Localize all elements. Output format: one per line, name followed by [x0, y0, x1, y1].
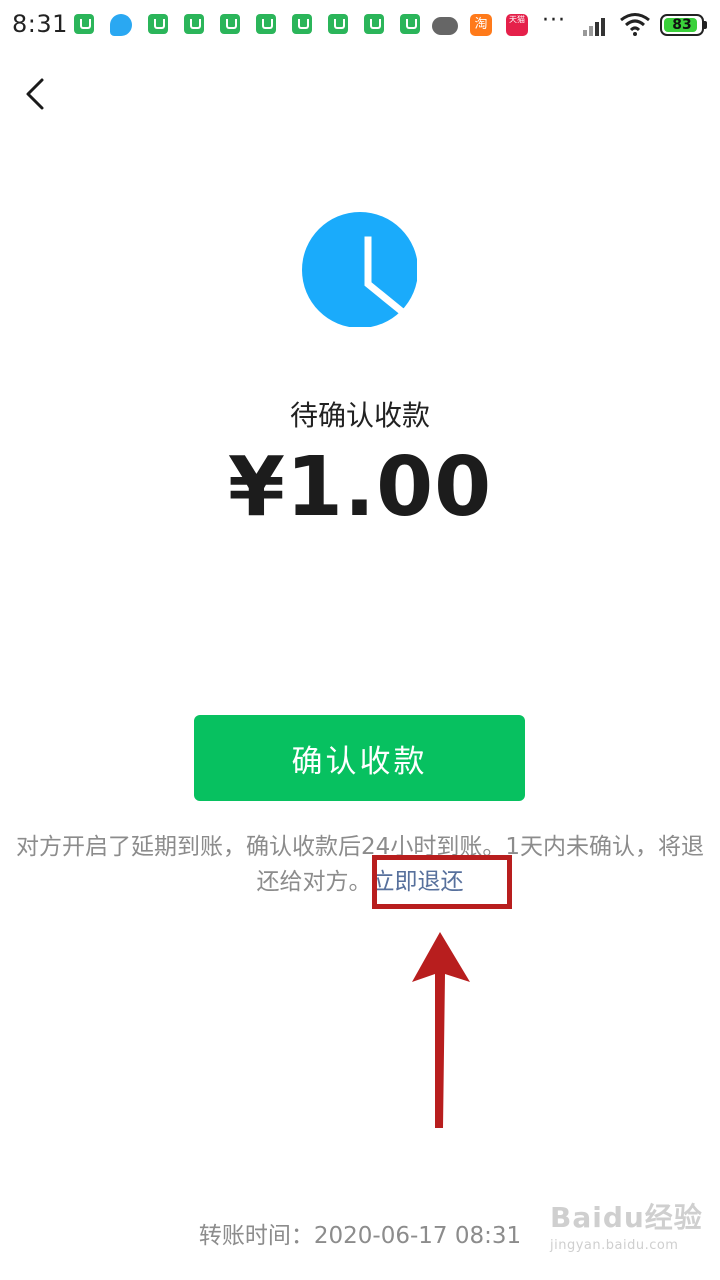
- watermark: Baidu经验 jingyan.baidu.com: [550, 1196, 703, 1253]
- more-notifications-icon: ···: [542, 8, 566, 33]
- browser-icon: [110, 14, 132, 36]
- app-notification-icon: [364, 14, 384, 34]
- signal-icon: [583, 14, 611, 36]
- chevron-left-icon: [26, 78, 44, 110]
- app-notification-icon: [148, 14, 168, 34]
- notice-text: 对方开启了延期到账，确认收款后24小时到账。1天内未确认，将退还给对方。: [16, 834, 704, 895]
- arrow-up-icon: [412, 932, 470, 1128]
- watermark-sub: jingyan.baidu.com: [550, 1238, 679, 1253]
- cloud-icon: [432, 17, 458, 35]
- app-notification-icon: [220, 14, 240, 34]
- app-notification-icon: [328, 14, 348, 34]
- app-notification-icon: [292, 14, 312, 34]
- battery-tip: [704, 21, 707, 29]
- back-button[interactable]: [18, 72, 58, 116]
- clock-icon: [302, 212, 417, 327]
- status-time: 8:31: [12, 10, 68, 38]
- status-title: 待确认收款: [289, 399, 430, 432]
- wifi-icon: [620, 13, 650, 36]
- status-bar: 8:31 淘 天猫 ··· 83: [0, 0, 720, 52]
- confirm-receipt-button[interactable]: 确认收款: [194, 715, 525, 801]
- transfer-time-label: 转账时间：: [198, 1223, 314, 1249]
- taobao-icon: 淘: [470, 14, 492, 36]
- tmall-icon: 天猫: [506, 14, 528, 36]
- battery-percent: 83: [672, 17, 692, 33]
- highlight-box: [372, 855, 512, 909]
- app-notification-icon: [400, 14, 420, 34]
- app-notification-icon: [74, 14, 94, 34]
- app-notification-icon: [256, 14, 276, 34]
- battery-icon: 83: [660, 14, 704, 36]
- app-notification-icon: [184, 14, 204, 34]
- delay-notice: 对方开启了延期到账，确认收款后24小时到账。1天内未确认，将退还给对方。立即退还: [14, 830, 706, 900]
- transfer-time-value: 2020-06-17 08:31: [313, 1223, 522, 1249]
- watermark-main: Baidu经验: [550, 1201, 703, 1234]
- amount: ¥1.00: [227, 440, 493, 535]
